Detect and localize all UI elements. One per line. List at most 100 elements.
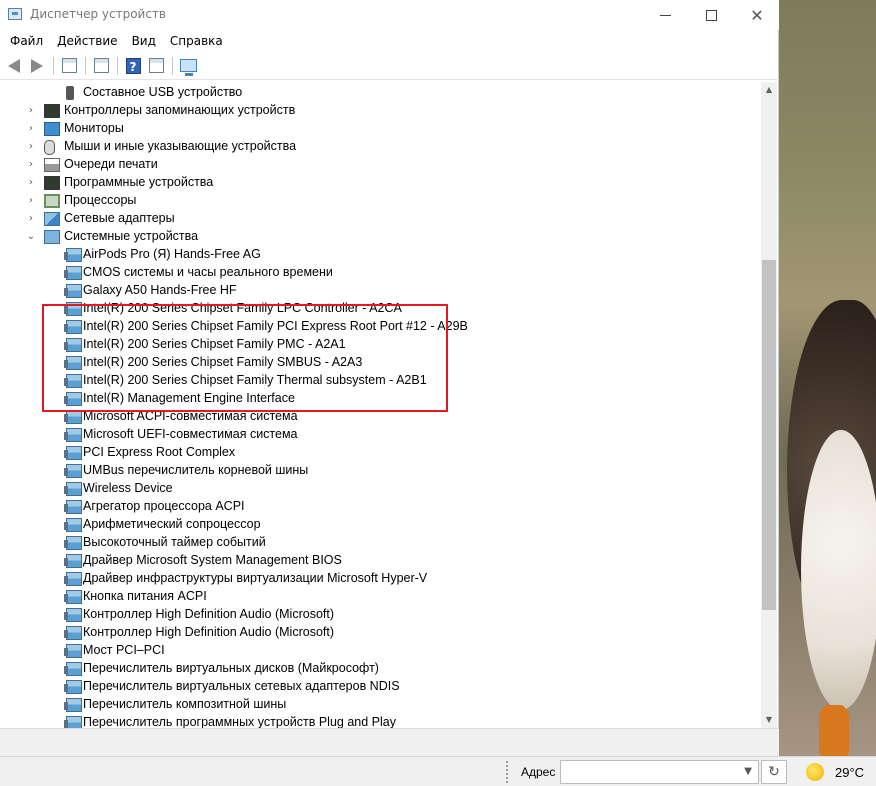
tree-item-system-device[interactable]: Высокоточный таймер событий	[4, 534, 761, 552]
tree-item-label: AirPods Pro (Я) Hands-Free AG	[83, 247, 261, 261]
chevron-right-icon[interactable]: ›	[26, 178, 36, 188]
tree-item-label: Агрегатор процессора ACPI	[83, 499, 245, 513]
address-dropdown-icon[interactable]: ▼	[744, 766, 752, 777]
tree-item-system-device[interactable]: Перечислитель виртуальных сетевых адапте…	[4, 678, 761, 696]
scroll-up-button[interactable]: ▲	[761, 82, 777, 98]
back-button[interactable]	[4, 56, 24, 76]
tree-item-label: Кнопка питания ACPI	[83, 589, 207, 603]
chevron-right-icon[interactable]: ›	[26, 160, 36, 170]
tree-item-system-device[interactable]: Драйвер инфраструктуры виртуализации Mic…	[4, 570, 761, 588]
tree-item-usb-composite[interactable]: Составное USB устройство	[4, 84, 761, 102]
monitor-icon	[44, 122, 60, 136]
tree-item-system-device[interactable]: Драйвер Microsoft System Management BIOS	[4, 552, 761, 570]
tree-item-label: Перечислитель композитной шины	[83, 697, 287, 711]
menu-file[interactable]: Файл	[3, 32, 50, 50]
tree-item-system-device[interactable]: PCI Express Root Complex	[4, 444, 761, 462]
tree-category[interactable]: › Сетевые адаптеры	[4, 210, 761, 228]
device-manager-window: Диспетчер устройств ✕ Файл Действие Вид …	[0, 0, 779, 756]
tree-item-label: Мониторы	[64, 121, 124, 135]
system-device-icon	[64, 248, 82, 262]
console-tree-icon	[61, 58, 77, 73]
chevron-right-icon[interactable]: ›	[26, 124, 36, 134]
tree-item-system-device[interactable]: CMOS системы и часы реального времени	[4, 264, 761, 282]
tree-item-system-device[interactable]: Арифметический сопроцессор	[4, 516, 761, 534]
close-button[interactable]: ✕	[734, 0, 780, 30]
device-manager-app-icon	[8, 8, 22, 20]
tree-item-system-device[interactable]: Агрегатор процессора ACPI	[4, 498, 761, 516]
title-bar[interactable]: Диспетчер устройств ✕	[0, 0, 779, 30]
software-device-icon	[44, 176, 60, 190]
system-device-icon	[64, 266, 82, 280]
tree-item-label: Контроллер High Definition Audio (Micros…	[83, 607, 335, 621]
tree-item-system-device[interactable]: AirPods Pro (Я) Hands-Free AG	[4, 246, 761, 264]
system-device-icon	[64, 284, 82, 298]
system-device-icon	[64, 482, 82, 496]
system-device-icon	[64, 644, 82, 658]
tree-item-system-device[interactable]: Перечислитель композитной шины	[4, 696, 761, 714]
tree-item-system-device[interactable]: Microsoft UEFI-совместимая система	[4, 426, 761, 444]
forward-button[interactable]	[27, 56, 47, 76]
red-highlight-box	[42, 304, 448, 412]
menu-action[interactable]: Действие	[50, 32, 124, 50]
properties-icon	[93, 58, 109, 73]
tree-item-label: Перечислитель виртуальных сетевых адапте…	[83, 679, 400, 693]
help-icon: ?	[125, 57, 141, 74]
tree-item-label: Драйвер Microsoft System Management BIOS	[83, 553, 342, 567]
network-adapter-icon	[44, 212, 60, 226]
tree-item-label: Высокоточный таймер событий	[83, 535, 266, 549]
minimize-button[interactable]	[642, 0, 688, 30]
action-pane-button[interactable]	[146, 56, 166, 76]
tree-category[interactable]: ⌄ Системные устройства	[4, 228, 761, 246]
chevron-right-icon[interactable]: ›	[26, 142, 36, 152]
vertical-scrollbar[interactable]: ▲ ▼	[761, 82, 777, 728]
tree-item-label: Программные устройства	[64, 175, 214, 189]
tree-item-system-device[interactable]: Galaxy A50 Hands-Free HF	[4, 282, 761, 300]
wallpaper-bird-foot	[819, 705, 849, 756]
status-bar	[0, 728, 779, 756]
tree-item-label: Microsoft UEFI-совместимая система	[83, 427, 298, 441]
tree-category[interactable]: › Программные устройства	[4, 174, 761, 192]
sun-weather-icon[interactable]	[806, 763, 824, 781]
tree-item-system-device[interactable]: Контроллер High Definition Audio (Micros…	[4, 606, 761, 624]
system-device-icon	[64, 698, 82, 712]
scroll-thumb[interactable]	[762, 260, 776, 610]
tree-item-system-device[interactable]: Контроллер High Definition Audio (Micros…	[4, 624, 761, 642]
tree-item-label: CMOS системы и часы реального времени	[83, 265, 333, 279]
chevron-right-icon[interactable]: ›	[26, 106, 36, 116]
tree-category[interactable]: › Мыши и иные указывающие устройства	[4, 138, 761, 156]
refresh-button[interactable]: ↻	[761, 760, 787, 784]
chevron-right-icon[interactable]: ›	[26, 196, 36, 206]
toolbar-separator	[53, 56, 54, 75]
tree-item-system-device[interactable]: Мост PCI–PCI	[4, 642, 761, 660]
minimize-icon	[659, 14, 671, 16]
tree-category[interactable]: › Контроллеры запоминающих устройств	[4, 102, 761, 120]
chevron-down-icon[interactable]: ⌄	[26, 232, 36, 242]
show-hide-console-tree-button[interactable]	[59, 56, 79, 76]
help-button[interactable]: ?	[123, 56, 143, 76]
tree-category[interactable]: › Процессоры	[4, 192, 761, 210]
address-label: Адрес	[521, 765, 556, 779]
tree-item-system-device[interactable]: Кнопка питания ACPI	[4, 588, 761, 606]
scroll-down-button[interactable]: ▼	[761, 712, 777, 728]
tree-item-system-device[interactable]: Перечислитель виртуальных дисков (Майкро…	[4, 660, 761, 678]
tree-category[interactable]: › Мониторы	[4, 120, 761, 138]
system-device-icon	[64, 572, 82, 586]
processor-icon	[44, 194, 60, 208]
menu-view[interactable]: Вид	[125, 32, 163, 50]
scan-hardware-button[interactable]	[178, 56, 198, 76]
maximize-button[interactable]	[688, 0, 734, 30]
system-device-icon	[64, 518, 82, 532]
address-input[interactable]: ▼	[560, 760, 759, 784]
chevron-right-icon[interactable]: ›	[26, 214, 36, 224]
tree-item-system-device[interactable]: UMBus перечислитель корневой шины	[4, 462, 761, 480]
menu-help[interactable]: Справка	[163, 32, 230, 50]
computer-monitor-icon	[179, 59, 197, 76]
tree-category[interactable]: › Очереди печати	[4, 156, 761, 174]
refresh-icon: ↻	[768, 764, 780, 780]
tree-item-system-device[interactable]: Перечислитель программных устройств Plug…	[4, 714, 761, 728]
tree-item-label: Процессоры	[64, 193, 137, 207]
weather-temperature[interactable]: 29°C	[835, 765, 864, 780]
tree-item-system-device[interactable]: Wireless Device	[4, 480, 761, 498]
toolbar-grip[interactable]	[506, 761, 512, 783]
properties-button[interactable]	[91, 56, 111, 76]
